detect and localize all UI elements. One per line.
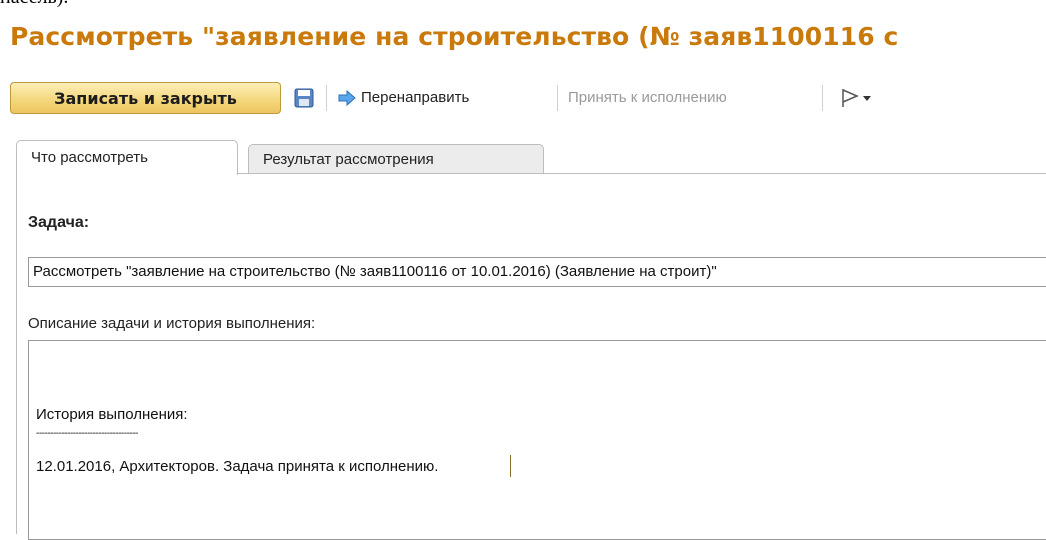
toolbar-separator	[326, 85, 327, 111]
tab-review-result[interactable]: Результат рассмотрения	[248, 144, 544, 174]
toolbar: Записать и закрыть Перенаправить Принять…	[10, 82, 1046, 116]
task-label: Задача:	[28, 214, 90, 231]
toolbar-separator	[822, 85, 823, 111]
page-title: Рассмотреть "заявление на строительство …	[10, 22, 899, 51]
chevron-down-icon[interactable]	[863, 96, 871, 101]
redirect-arrow-icon	[338, 89, 356, 107]
history-heading: История выполнения:	[36, 406, 188, 423]
history-separator: ------------------------------------	[36, 428, 138, 439]
tab-what-to-review[interactable]: Что рассмотреть	[16, 140, 238, 175]
clipped-previous-text: насель).	[0, 0, 68, 9]
flag-icon[interactable]	[839, 87, 861, 109]
description-label: Описание задачи и история выполнения:	[28, 315, 316, 332]
save-and-close-button[interactable]: Записать и закрыть	[10, 82, 281, 114]
toolbar-separator	[557, 85, 558, 111]
text-cursor	[510, 455, 511, 477]
redirect-button[interactable]: Перенаправить	[361, 82, 469, 114]
history-entry: 12.01.2016, Архитекторов. Задача принята…	[36, 458, 439, 475]
save-icon[interactable]	[293, 87, 315, 109]
task-field[interactable]: Рассмотреть "заявление на строительство …	[28, 257, 1046, 287]
description-textarea[interactable]	[28, 340, 1046, 540]
accept-for-execution-button[interactable]: Принять к исполнению	[568, 82, 727, 114]
